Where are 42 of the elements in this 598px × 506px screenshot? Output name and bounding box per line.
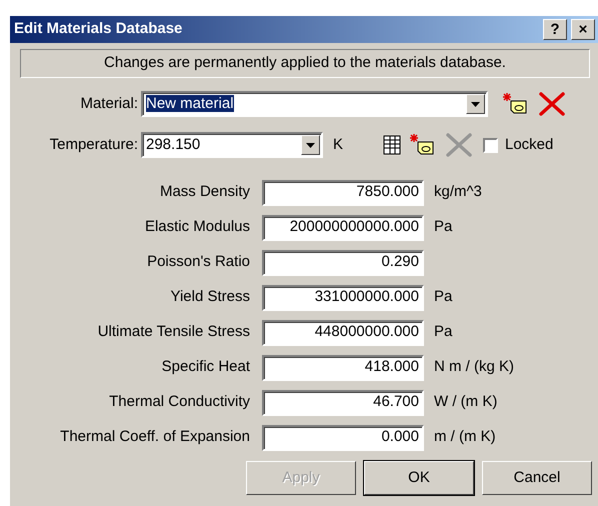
number-field[interactable]: 46.700 bbox=[262, 390, 424, 416]
dialog-button[interactable]: Cancel bbox=[482, 461, 592, 495]
unit-label: Pa bbox=[434, 322, 452, 342]
delete-icon[interactable] bbox=[538, 91, 566, 117]
field-label: Mass Density bbox=[158, 182, 251, 202]
number-field[interactable]: 448000000.000 bbox=[262, 320, 424, 346]
field-label: Ultimate Tensile Stress bbox=[96, 322, 251, 342]
unit-label: Pa bbox=[434, 287, 452, 308]
unit-label: K bbox=[333, 134, 344, 155]
unit-label: m / (m K) bbox=[434, 427, 496, 448]
notice-text: Changes are permanently applied to the materials database. bbox=[104, 53, 506, 74]
unit-label: W / (m K) bbox=[434, 392, 498, 412]
field-label: Poisson's Ratio bbox=[146, 252, 251, 272]
number-field[interactable]: 418.000 bbox=[262, 354, 424, 380]
field-label: Thermal Conductivity bbox=[108, 392, 251, 412]
field-label: Thermal Coeff. of Expansion bbox=[59, 427, 251, 448]
temperature-dropdown[interactable]: 298.150 bbox=[141, 132, 323, 158]
caret-icon bbox=[306, 142, 315, 148]
number-field[interactable]: 7850.000 bbox=[262, 180, 424, 206]
checkbox-label: Locked bbox=[505, 134, 554, 155]
field-label: Material: bbox=[79, 94, 138, 114]
material-dropdown[interactable]: New material bbox=[141, 91, 488, 117]
dropdown-button[interactable] bbox=[301, 135, 320, 155]
caret-icon bbox=[471, 102, 480, 106]
close-button[interactable]: × bbox=[571, 19, 595, 40]
number-field[interactable]: 0.000 bbox=[262, 424, 424, 450]
field-label: Temperature: bbox=[48, 134, 138, 155]
number-field[interactable]: 0.290 bbox=[262, 250, 424, 276]
field-label: Yield Stress bbox=[170, 287, 251, 308]
table-icon[interactable] bbox=[383, 135, 401, 155]
locked-checkbox[interactable] bbox=[483, 138, 498, 152]
dropdown-button[interactable] bbox=[466, 94, 485, 114]
unit-label: Pa bbox=[434, 217, 452, 238]
dialog-button[interactable]: OK bbox=[364, 461, 474, 495]
number-field[interactable]: 200000000000.000 bbox=[262, 214, 424, 240]
unit-label: N m / (kg K) bbox=[434, 357, 514, 378]
window-title: Edit Materials Database bbox=[14, 19, 182, 40]
help-button[interactable]: ? bbox=[543, 19, 567, 40]
field-label: Elastic Modulus bbox=[144, 217, 251, 238]
unit-label: kg/m^3 bbox=[434, 182, 482, 202]
field-label: Specific Heat bbox=[160, 357, 251, 378]
number-field[interactable]: 331000000.000 bbox=[262, 284, 424, 310]
